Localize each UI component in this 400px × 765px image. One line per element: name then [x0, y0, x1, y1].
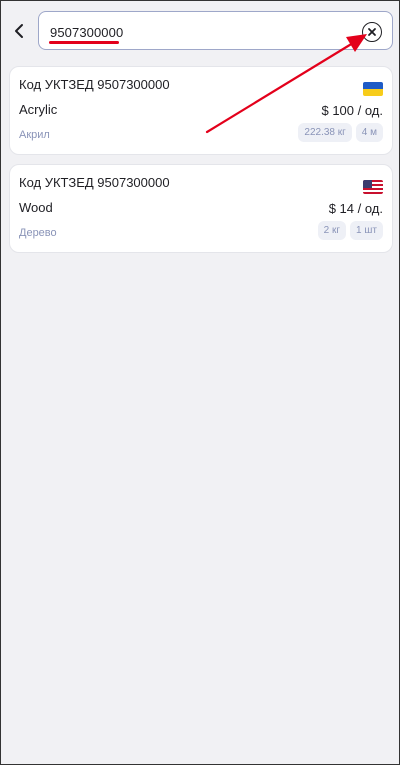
clear-search-button[interactable] — [362, 22, 382, 42]
product-subtitle: Акрил — [19, 129, 50, 141]
close-icon — [368, 28, 376, 36]
quantity-tag: 1 шт — [350, 221, 383, 240]
product-tags: 2 кг 1 шт — [317, 221, 383, 240]
weight-tag: 2 кг — [317, 221, 347, 240]
product-price: $ 100 / од. — [321, 103, 383, 118]
product-code: Код УКТЗЕД 9507300000 — [19, 175, 170, 190]
header: 9507300000 — [1, 1, 399, 61]
usa-flag-icon — [363, 180, 383, 194]
product-tags: 222.38 кг 4 м — [298, 123, 383, 142]
ukraine-flag-icon — [363, 82, 383, 96]
search-value: 9507300000 — [50, 25, 124, 40]
highlight-underline — [49, 41, 119, 44]
product-subtitle: Дерево — [19, 227, 57, 239]
quantity-tag: 4 м — [355, 123, 383, 142]
search-input[interactable]: 9507300000 — [38, 11, 393, 50]
product-code: Код УКТЗЕД 9507300000 — [19, 77, 170, 92]
product-name: Acrylic — [19, 102, 58, 117]
result-card[interactable]: Код УКТЗЕД 9507300000 Wood $ 14 / од. Де… — [9, 164, 393, 253]
chevron-left-icon — [15, 24, 23, 38]
weight-tag: 222.38 кг — [298, 123, 352, 142]
product-price: $ 14 / од. — [328, 201, 383, 216]
result-card[interactable]: Код УКТЗЕД 9507300000 Acrylic $ 100 / од… — [9, 66, 393, 155]
product-name: Wood — [19, 200, 53, 215]
back-button[interactable] — [9, 19, 29, 43]
